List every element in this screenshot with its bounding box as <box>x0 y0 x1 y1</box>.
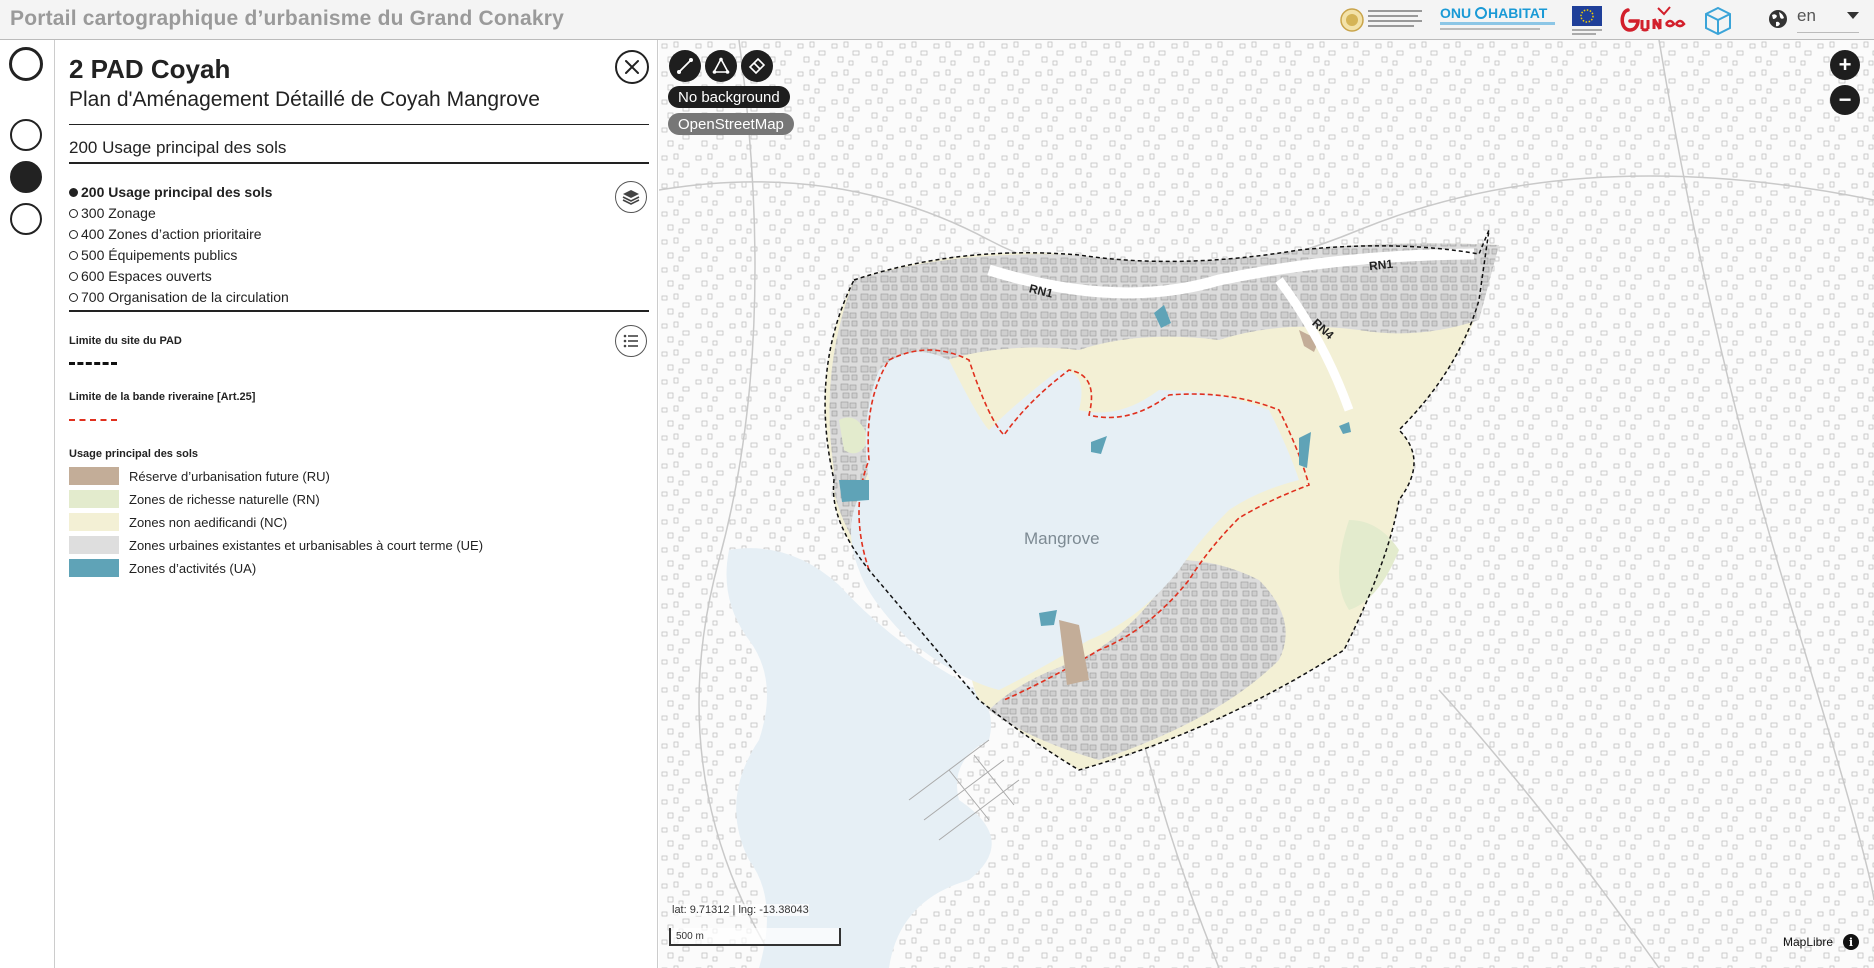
current-layer-heading: 200 Usage principal des sols <box>69 138 287 157</box>
legend-swatch <box>69 490 119 508</box>
road-label-rn1: RN1 <box>1368 256 1394 274</box>
info-icon[interactable]: i <box>1843 934 1859 950</box>
layer-option-600[interactable]: 600 Espaces ouverts <box>69 266 212 286</box>
divider <box>69 310 649 312</box>
measure-line-button[interactable] <box>669 50 701 82</box>
water-label: Mangrove <box>1024 529 1100 548</box>
layer-option-700[interactable]: 700 Organisation de la circulation <box>69 287 289 307</box>
legend-item: Zones de richesse naturelle (RN) <box>69 489 320 509</box>
rail-toggle-1[interactable] <box>9 47 43 81</box>
layers-icon <box>622 190 640 205</box>
divider <box>69 124 649 125</box>
radio-icon <box>69 271 78 281</box>
language-select[interactable]: en <box>1797 6 1859 33</box>
close-icon <box>625 60 639 74</box>
panel-title: 2 PAD Coyah <box>69 54 231 84</box>
legend-site-limit-title: Limite du site du PAD <box>69 335 182 347</box>
svg-text:ONU: ONU <box>1440 5 1471 21</box>
legend-item: Zones d’activités (UA) <box>69 558 256 578</box>
radio-icon <box>69 229 78 239</box>
cube-logo <box>1703 4 1733 36</box>
legend-swatch <box>69 559 119 577</box>
svg-text:HABITAT: HABITAT <box>1488 5 1548 21</box>
legend-swatch <box>69 536 119 554</box>
panel-subtitle: Plan d'Aménagement Détaillé de Coyah Man… <box>69 88 540 111</box>
un-habitat-logo: ONU HABITAT <box>1440 4 1558 36</box>
layer-option-label: 400 Zones d’action prioritaire <box>81 226 262 242</box>
legend-list-button[interactable] <box>615 325 647 357</box>
radio-icon <box>69 250 78 260</box>
eraser-icon <box>748 57 766 75</box>
legend-item-label: Zones non aedificandi (NC) <box>129 514 288 530</box>
left-rail <box>0 40 55 968</box>
radio-selected-icon <box>69 187 78 197</box>
legend-item-label: Zones d’activités (UA) <box>129 560 257 576</box>
scale-bar: 500 m <box>669 928 841 946</box>
layer-panel: 2 PAD Coyah Plan d'Aménagement Détaillé … <box>55 40 658 968</box>
chevron-down-icon <box>1847 12 1859 19</box>
layer-option-label: 700 Organisation de la circulation <box>81 289 289 305</box>
divider <box>69 162 649 164</box>
legend-item: Zones urbaines existantes et urbanisable… <box>69 535 483 555</box>
rail-toggle-4[interactable] <box>10 203 42 235</box>
layer-option-200[interactable]: 200 Usage principal des sols <box>69 182 272 202</box>
app-title: Portail cartographique d’urbanisme du Gr… <box>10 7 564 30</box>
layer-option-label: 300 Zonage <box>81 205 156 221</box>
measure-polygon-button[interactable] <box>705 50 737 82</box>
legend-item-label: Zones de richesse naturelle (RN) <box>129 491 320 507</box>
legend-item: Réserve d’urbanisation future (RU) <box>69 466 330 486</box>
map-layer <box>659 40 1874 968</box>
layer-option-500[interactable]: 500 Équipements publics <box>69 245 237 265</box>
map-canvas[interactable]: RN1 RN1 RN4 Mangrove No background OpenS… <box>659 40 1874 968</box>
legend-riverbank-line <box>69 419 117 421</box>
layers-button[interactable] <box>615 181 647 213</box>
rail-toggle-2[interactable] <box>10 119 42 151</box>
legend-item: Zones non aedificandi (NC) <box>69 512 287 532</box>
globe-icon[interactable] <box>1767 8 1789 35</box>
guinee-logo <box>1618 4 1688 36</box>
attribution-text[interactable]: MapLibre <box>1783 935 1833 949</box>
layer-option-label: 200 Usage principal des sols <box>81 184 273 200</box>
layer-option-label: 500 Équipements publics <box>81 247 238 263</box>
coordinate-readout: lat: 9.71312 | lng: -13.38043 <box>672 904 809 916</box>
legend-swatch <box>69 467 119 485</box>
rail-toggle-3[interactable] <box>10 161 42 193</box>
top-header: Portail cartographique d’urbanisme du Gr… <box>0 0 1874 40</box>
measure-polygon-icon <box>712 57 730 74</box>
legend-item-label: Zones urbaines existantes et urbanisable… <box>129 537 484 553</box>
language-value: en <box>1797 6 1816 25</box>
measure-line-icon <box>677 58 693 74</box>
layer-option-400[interactable]: 400 Zones d’action prioritaire <box>69 224 262 244</box>
background-option-none[interactable]: No background <box>668 86 790 108</box>
legend-swatch <box>69 513 119 531</box>
legend-landuse-title: Usage principal des sols <box>69 448 198 460</box>
zoom-in-button[interactable]: + <box>1830 50 1860 80</box>
legend-site-limit-line <box>69 362 117 365</box>
list-icon <box>623 334 638 348</box>
legend-item-label: Réserve d’urbanisation future (RU) <box>129 468 330 484</box>
radio-icon <box>69 208 78 218</box>
eu-flag-logo <box>1572 4 1602 36</box>
eraser-button[interactable] <box>741 50 773 82</box>
zoom-out-button[interactable]: − <box>1830 85 1860 115</box>
layer-option-300[interactable]: 300 Zonage <box>69 203 156 223</box>
close-button[interactable] <box>615 50 649 84</box>
layer-option-label: 600 Espaces ouverts <box>81 268 212 284</box>
guinea-ministry-seal-logo <box>1340 4 1426 36</box>
radio-icon <box>69 292 78 302</box>
legend-riverbank-title: Limite de la bande riveraine [Art.25] <box>69 391 256 403</box>
background-option-osm[interactable]: OpenStreetMap <box>668 113 794 135</box>
